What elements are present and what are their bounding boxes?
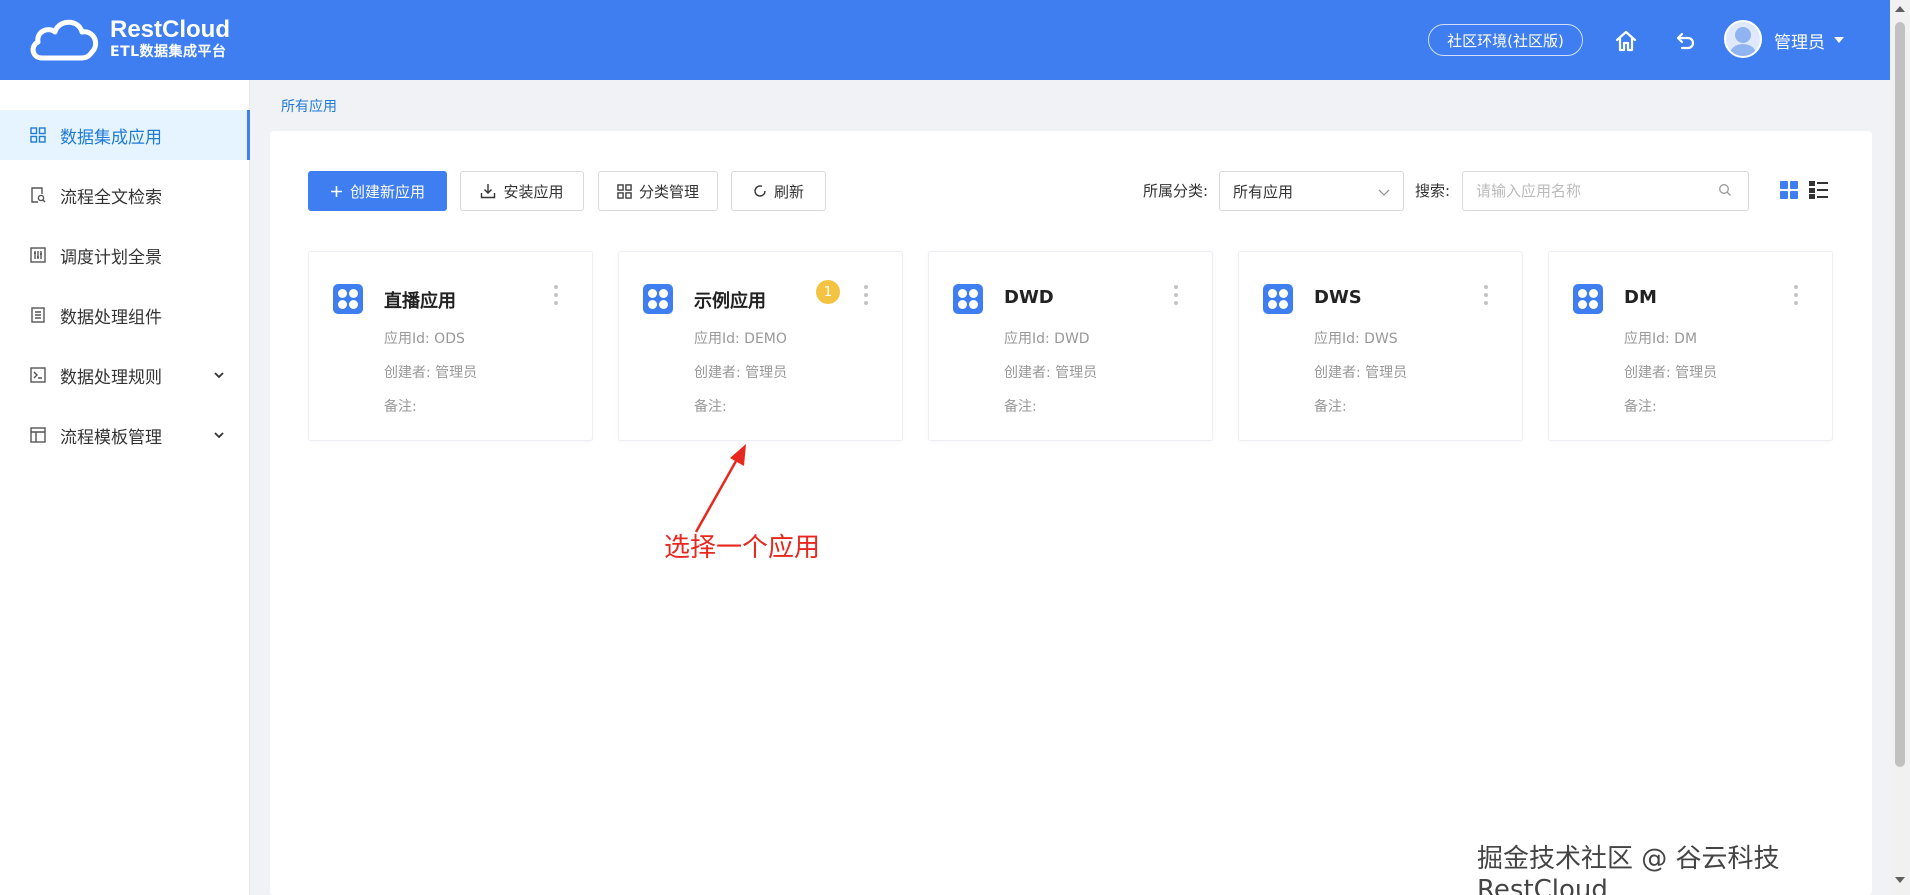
scrollbar-thumb[interactable] <box>1895 22 1905 767</box>
annotation-text: 选择一个应用 <box>664 533 821 563</box>
app-list-panel: 创建新应用 安装应用 分类管理 刷新 所属分类: 所有应用 搜索: 直播应用 应… <box>270 131 1872 895</box>
category-select[interactable]: 所有应用 <box>1219 171 1404 211</box>
app-card[interactable]: DWS 应用Id: DWS 创建者: 管理员 备注: <box>1238 251 1523 441</box>
app-id: 应用Id: DM <box>1624 331 1698 347</box>
search-input[interactable] <box>1462 171 1749 211</box>
sidebar-item-flow-search[interactable]: 流程全文检索 <box>0 170 250 220</box>
environment-badge[interactable]: 社区环境(社区版) <box>1428 24 1583 56</box>
scroll-down-icon[interactable] <box>1895 877 1905 883</box>
sidebar-item-label: 数据处理组件 <box>60 307 162 328</box>
app-id: 应用Id: DEMO <box>694 331 787 347</box>
app-id: 应用Id: DWS <box>1314 331 1398 347</box>
app-note: 备注: <box>384 399 417 415</box>
app-name: DWD <box>1004 287 1054 308</box>
download-icon <box>480 183 496 199</box>
search-label: 搜索: <box>1415 182 1451 200</box>
logo-subtitle: ETL数据集成平台 <box>110 44 227 60</box>
sidebar-item-label: 调度计划全景 <box>60 247 162 268</box>
doc-search-icon <box>30 187 46 203</box>
app-note: 备注: <box>1004 399 1037 415</box>
create-app-button[interactable]: 创建新应用 <box>308 171 447 211</box>
sliders-icon <box>30 247 46 263</box>
app-note: 备注: <box>1624 399 1657 415</box>
chevron-down-icon[interactable] <box>212 428 226 442</box>
page-scrollbar[interactable] <box>1890 0 1910 895</box>
more-vertical-icon[interactable] <box>554 285 558 309</box>
refresh-icon <box>753 184 767 198</box>
cloud-logo-icon <box>28 14 100 64</box>
restcloud-logo[interactable]: RestCloud ETL数据集成平台 <box>28 14 230 64</box>
more-vertical-icon[interactable] <box>1174 285 1178 309</box>
sidebar-item-flow-templates[interactable]: 流程模板管理 <box>0 410 250 460</box>
category-filter-label: 所属分类: <box>1143 182 1209 200</box>
app-icon <box>1573 284 1603 314</box>
app-card[interactable]: 示例应用 1 应用Id: DEMO 创建者: 管理员 备注: <box>618 251 903 441</box>
refresh-button[interactable]: 刷新 <box>731 171 826 211</box>
notification-badge: 1 <box>816 280 840 304</box>
app-note: 备注: <box>1314 399 1347 415</box>
sidebar-item-data-rules[interactable]: 数据处理规则 <box>0 350 250 400</box>
app-icon <box>1263 284 1293 314</box>
user-name[interactable]: 管理员 <box>1774 28 1825 53</box>
sidebar-item-data-integration-apps[interactable]: 数据集成应用 <box>0 110 250 160</box>
app-creator: 创建者: 管理员 <box>1314 365 1408 381</box>
app-name: 直播应用 <box>384 291 456 312</box>
install-app-button[interactable]: 安装应用 <box>460 171 584 211</box>
sidebar-item-label: 数据处理规则 <box>60 367 162 388</box>
grid-view-icon[interactable] <box>1780 181 1798 199</box>
breadcrumb[interactable]: 所有应用 <box>281 96 337 116</box>
more-vertical-icon[interactable] <box>1794 285 1798 309</box>
plus-icon <box>330 185 343 198</box>
sidebar-item-label: 流程模板管理 <box>60 427 162 448</box>
chevron-down-icon <box>1378 189 1390 196</box>
logo-title: RestCloud <box>110 16 230 43</box>
app-card[interactable]: DM 应用Id: DM 创建者: 管理员 备注: <box>1548 251 1833 441</box>
scroll-up-icon[interactable] <box>1895 6 1905 12</box>
app-icon <box>953 284 983 314</box>
app-creator: 创建者: 管理员 <box>1624 365 1718 381</box>
grid-icon <box>30 127 46 143</box>
app-icon <box>643 284 673 314</box>
app-card[interactable]: DWD 应用Id: DWD 创建者: 管理员 备注: <box>928 251 1213 441</box>
app-note: 备注: <box>694 399 727 415</box>
app-id: 应用Id: ODS <box>384 331 465 347</box>
user-avatar[interactable] <box>1724 20 1762 58</box>
list-view-icon[interactable] <box>1809 181 1828 199</box>
watermark: 掘金技术社区 @ 谷云科技RestCloud <box>1477 844 1780 895</box>
app-creator: 创建者: 管理员 <box>1004 365 1098 381</box>
app-icon <box>333 284 363 314</box>
sidebar-item-data-components[interactable]: 数据处理组件 <box>0 290 250 340</box>
app-name: DWS <box>1314 287 1362 308</box>
layout-icon <box>30 427 46 443</box>
undo-icon[interactable] <box>1670 26 1700 56</box>
caret-down-icon[interactable] <box>1834 37 1844 43</box>
terminal-icon <box>30 367 46 383</box>
app-creator: 创建者: 管理员 <box>694 365 788 381</box>
sidebar-item-label: 流程全文检索 <box>60 187 162 208</box>
list-icon <box>30 307 46 323</box>
app-name: 示例应用 <box>694 291 766 312</box>
annotation-arrow-icon <box>694 444 746 533</box>
app-card[interactable]: 直播应用 应用Id: ODS 创建者: 管理员 备注: <box>308 251 593 441</box>
more-vertical-icon[interactable] <box>864 285 868 309</box>
category-management-button[interactable]: 分类管理 <box>598 171 718 211</box>
sidebar-item-schedule-overview[interactable]: 调度计划全景 <box>0 230 250 280</box>
home-icon[interactable] <box>1611 26 1641 56</box>
sidebar: 数据集成应用 流程全文检索 调度计划全景 数据处理组件 数据处理规则 流程模板管… <box>0 80 250 895</box>
sidebar-item-label: 数据集成应用 <box>60 127 162 148</box>
top-header: RestCloud ETL数据集成平台 社区环境(社区版) 管理员 <box>0 0 1890 80</box>
grid-icon <box>617 183 632 199</box>
app-id: 应用Id: DWD <box>1004 331 1090 347</box>
app-name: DM <box>1624 287 1657 308</box>
search-icon[interactable] <box>1718 183 1732 197</box>
more-vertical-icon[interactable] <box>1484 285 1488 309</box>
chevron-down-icon[interactable] <box>212 368 226 382</box>
app-creator: 创建者: 管理员 <box>384 365 478 381</box>
